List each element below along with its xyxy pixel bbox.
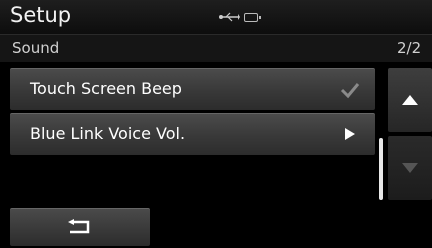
scroll-down-button[interactable] [388, 136, 432, 200]
check-icon[interactable] [339, 80, 361, 100]
usb-icon [219, 12, 240, 22]
return-arrow-icon [68, 219, 90, 234]
battery-icon [244, 13, 261, 22]
section-label: Sound [12, 39, 60, 57]
play-arrow-icon [345, 128, 355, 140]
scroll-controls [388, 62, 432, 248]
back-button[interactable] [10, 208, 150, 246]
list-item-label: Blue Link Voice Vol. [30, 124, 186, 143]
list-item-label: Touch Screen Beep [30, 79, 182, 98]
blue-link-voice-vol-item[interactable]: Blue Link Voice Vol. [10, 113, 375, 155]
scrollbar[interactable] [379, 70, 383, 202]
section-header: Sound 2/2 [0, 34, 432, 62]
page-indicator: 2/2 [397, 39, 422, 57]
touch-screen-beep-item[interactable]: Touch Screen Beep [10, 68, 375, 110]
scroll-up-button[interactable] [388, 68, 432, 132]
scrollbar-thumb[interactable] [379, 138, 383, 200]
title-bar: Setup [0, 0, 432, 34]
page-title: Setup [10, 3, 72, 27]
